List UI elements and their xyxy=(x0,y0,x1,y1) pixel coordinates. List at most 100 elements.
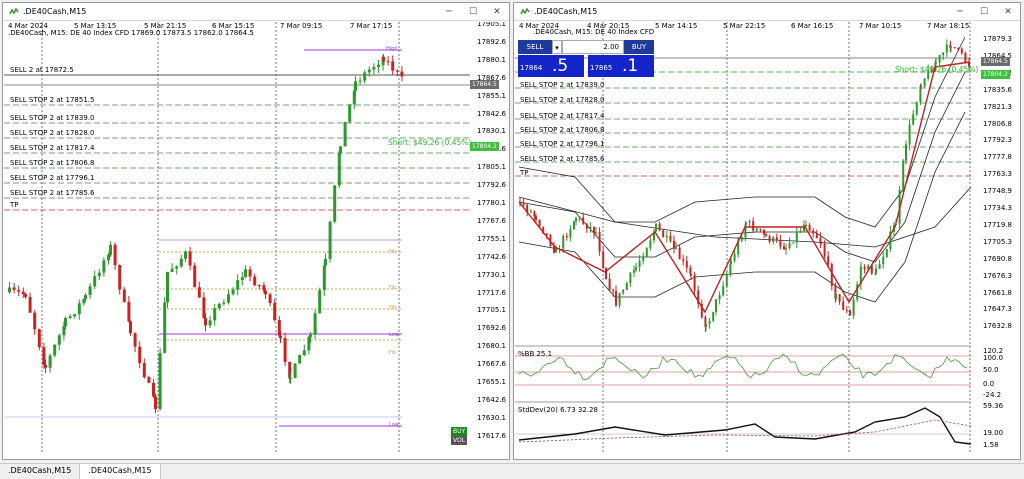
price-tick: 17880.1 xyxy=(477,55,506,64)
candle-body xyxy=(733,254,736,261)
candle-body xyxy=(745,222,747,225)
candle-body xyxy=(808,224,811,231)
volume-decrease-button[interactable]: ▾ xyxy=(552,40,562,54)
order-label: SELL STOP 2 at 17839.0 xyxy=(10,114,95,122)
candle-body xyxy=(915,102,918,115)
close-icon[interactable]: ✕ xyxy=(489,5,505,19)
candle-body xyxy=(289,377,292,379)
candle-body xyxy=(17,289,21,292)
order-label: SELL STOP 2 at 17817.4 xyxy=(520,112,605,120)
minimize-icon[interactable]: ─ xyxy=(441,5,457,19)
order-label: SELL STOP 2 at 17796.1 xyxy=(10,174,95,182)
price-chart[interactable]: .DE40Cash, M15: DE 40 Index CFD SELL ▾ 2… xyxy=(515,22,1019,458)
price-tick: 17661.8 xyxy=(983,288,1012,297)
candle-body xyxy=(73,314,77,317)
price-tick: 17777.8 xyxy=(983,153,1012,162)
candle-body xyxy=(835,294,837,299)
buy-badge[interactable]: BUY xyxy=(451,427,468,436)
candle-body xyxy=(213,308,217,321)
candle-body xyxy=(227,294,230,303)
candle-body xyxy=(68,316,72,319)
candle-body xyxy=(154,396,157,410)
candle-body xyxy=(938,55,941,63)
stddev-indicator-label: StdDev(20) 6.73 32.28 xyxy=(518,406,598,414)
candle-body xyxy=(593,226,595,234)
candle-body xyxy=(48,355,52,368)
candle-body xyxy=(655,223,657,232)
chart-tab[interactable]: .DE40Cash,M15 xyxy=(0,464,81,479)
maximize-icon[interactable]: ☐ xyxy=(976,5,992,19)
candle-body xyxy=(202,297,206,319)
candle-body xyxy=(608,278,611,291)
price-tick: 17730.1 xyxy=(477,270,506,279)
candle-body xyxy=(57,335,61,345)
fib-tag: Fib xyxy=(389,249,397,255)
volume-badge[interactable]: VOL xyxy=(451,436,468,445)
candle-body xyxy=(665,236,668,238)
order-label: SELL STOP 2 at 17817.4 xyxy=(10,144,95,152)
candle-body xyxy=(348,104,352,122)
candlestick-chart[interactable] xyxy=(4,22,508,458)
price-tick: 17719.8 xyxy=(983,220,1012,229)
candle-body xyxy=(555,248,557,253)
time-tick: 4 Mar 2024 xyxy=(519,22,559,30)
candle-body xyxy=(860,266,862,270)
time-tick: 7 Mar 10:15 xyxy=(859,22,902,30)
title-bar[interactable]: .DE40Cash,M15 ─ ☐ ✕ xyxy=(3,3,509,21)
candle-body xyxy=(718,295,721,300)
maximize-icon[interactable]: ☐ xyxy=(465,5,481,19)
current-price-badge: 17864.5 xyxy=(470,80,499,89)
order-label: SELL STOP 2 at 17851.5 xyxy=(10,96,95,104)
candle-body xyxy=(625,282,628,290)
fib-tag: Fib xyxy=(389,285,397,291)
candle-body xyxy=(84,295,87,300)
candle-body xyxy=(257,285,261,287)
candle-body xyxy=(93,276,97,287)
candle-body xyxy=(905,144,907,161)
candle-body xyxy=(170,268,174,272)
order-label: SELL STOP 2 at 17806.8 xyxy=(10,159,95,167)
time-tick: 6 Mar 15:15 xyxy=(212,22,255,30)
price-tick: 17734.3 xyxy=(983,204,1012,212)
candle-body xyxy=(573,221,575,230)
candle-body xyxy=(638,260,641,268)
candle-body xyxy=(935,62,937,64)
candle-body xyxy=(372,67,376,70)
candle-body xyxy=(803,224,805,232)
candle-body xyxy=(678,247,681,260)
price-tick: 17647.3 xyxy=(983,305,1012,314)
chart-window-right[interactable]: .DE40Cash,M15 ─ ☐ ✕ .DE40Cash, M15: DE 4… xyxy=(513,2,1021,460)
buy-button[interactable]: BUY xyxy=(624,40,654,54)
volume-input[interactable]: 2.00 xyxy=(562,40,624,54)
candle-body xyxy=(12,287,16,290)
candle-body xyxy=(533,211,536,217)
fib-tag: Fib xyxy=(389,305,397,311)
order-label: SELL STOP 2 at 17785.6 xyxy=(10,189,95,197)
sell-price-button[interactable]: 17864 .5 xyxy=(518,55,584,77)
order-label: SELL 2 at 17872.5 xyxy=(10,66,74,74)
price-tick: 17717.6 xyxy=(477,288,506,297)
price-chart[interactable]: .DE40Cash, M15: DE 40 Index CFD 17869.0 … xyxy=(4,22,508,458)
minimize-icon[interactable]: ─ xyxy=(952,5,968,19)
sell-button[interactable]: SELL xyxy=(518,40,552,54)
short-position-label: Short: $49.26 (0.45%) xyxy=(388,138,472,147)
time-tick: 5 Mar 22:15 xyxy=(723,22,766,30)
candle-body xyxy=(400,71,404,77)
buy-price-button[interactable]: 17865 .1 xyxy=(588,55,654,77)
price-tick: 17892.6 xyxy=(477,37,506,46)
candle-body xyxy=(722,286,725,296)
chart-window-left[interactable]: .DE40Cash,M15 ─ ☐ ✕ .DE40Cash, M15: DE 4… xyxy=(2,2,510,460)
candle-body xyxy=(109,244,112,255)
chart-tab-active[interactable]: .DE40Cash,M15 xyxy=(80,464,161,479)
candle-body xyxy=(122,289,126,302)
candle-body xyxy=(755,228,758,231)
window-title: .DE40Cash,M15 xyxy=(23,7,87,16)
candle-body xyxy=(752,221,755,231)
title-bar[interactable]: .DE40Cash,M15 ─ ☐ ✕ xyxy=(514,3,1020,21)
candle-body xyxy=(748,221,751,223)
candle-body xyxy=(152,382,155,397)
close-icon[interactable]: ✕ xyxy=(1000,5,1016,19)
candle-body xyxy=(313,313,317,335)
candle-body xyxy=(673,240,675,249)
window-title: .DE40Cash,M15 xyxy=(534,7,598,16)
